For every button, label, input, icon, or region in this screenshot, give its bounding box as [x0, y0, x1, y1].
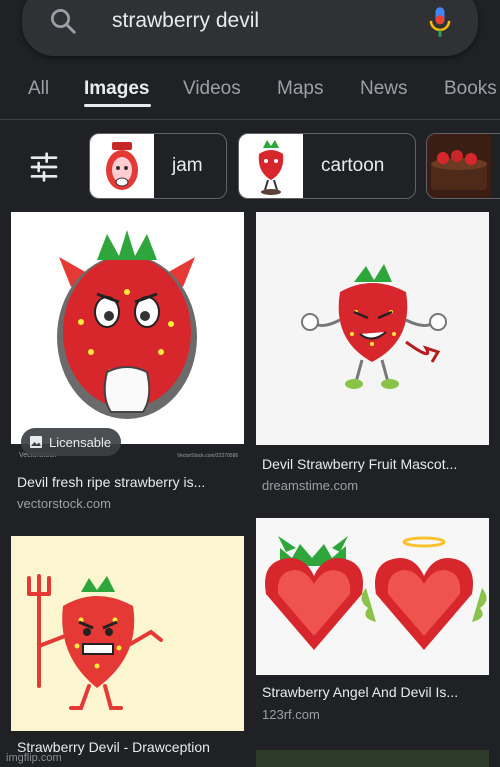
result-source: vectorstock.com	[17, 496, 111, 511]
result-source: dreamstime.com	[262, 478, 359, 493]
filter-icon[interactable]	[28, 151, 60, 183]
result-card[interactable]: VectorStock VectorStock.com/22270586 Lic…	[11, 212, 244, 522]
licensable-label: Licensable	[49, 434, 112, 450]
tab-videos[interactable]: Videos	[183, 78, 241, 100]
next-result-image-edge	[256, 750, 489, 767]
result-image[interactable]	[256, 518, 489, 675]
result-title[interactable]: Strawberry Angel And Devil Is...	[262, 684, 458, 700]
microphone-icon[interactable]	[426, 5, 454, 39]
result-image[interactable]	[256, 212, 489, 445]
tab-maps[interactable]: Maps	[277, 78, 323, 100]
result-title[interactable]: Devil Strawberry Fruit Mascot...	[262, 456, 457, 472]
chip-jam[interactable]: jam	[89, 133, 227, 199]
tab-all[interactable]: All	[28, 78, 49, 100]
search-input[interactable]: strawberry devil	[112, 9, 259, 33]
tab-books[interactable]: Books	[444, 78, 497, 100]
chip-cartoon-label: cartoon	[321, 155, 385, 176]
result-card[interactable]: Devil Strawberry Fruit Mascot... dreamst…	[256, 212, 489, 502]
tab-images[interactable]: Images	[84, 78, 149, 100]
search-bar[interactable]: strawberry devil	[22, 0, 478, 56]
chip-cartoon-thumbnail	[239, 134, 303, 198]
result-source: 123rf.com	[262, 707, 320, 722]
result-card[interactable]: Strawberry Devil - Drawception	[11, 536, 244, 767]
tab-news[interactable]: News	[360, 78, 408, 100]
search-tabs: All Images Videos Maps News Books	[0, 74, 500, 114]
result-image[interactable]: VectorStock VectorStock.com/22270586	[11, 212, 244, 462]
image-icon	[30, 436, 42, 448]
tabs-divider	[0, 119, 500, 120]
search-icon[interactable]	[48, 6, 78, 36]
chip-cartoon[interactable]: cartoon	[238, 133, 416, 199]
image-watermark-right: VectorStock.com/22270586	[177, 453, 238, 459]
chip-jam-thumbnail	[90, 134, 154, 198]
chip-jam-label: jam	[172, 155, 203, 176]
licensable-badge[interactable]: Licensable	[21, 428, 122, 456]
chip-cake[interactable]	[426, 133, 500, 199]
result-card[interactable]: Strawberry Angel And Devil Is... 123rf.c…	[256, 518, 489, 767]
active-tab-indicator	[84, 104, 151, 107]
result-title[interactable]: Devil fresh ripe strawberry is...	[17, 474, 205, 490]
imgflip-watermark: imgflip.com	[6, 752, 62, 764]
chip-cake-thumbnail	[427, 134, 491, 198]
result-image[interactable]	[11, 536, 244, 731]
